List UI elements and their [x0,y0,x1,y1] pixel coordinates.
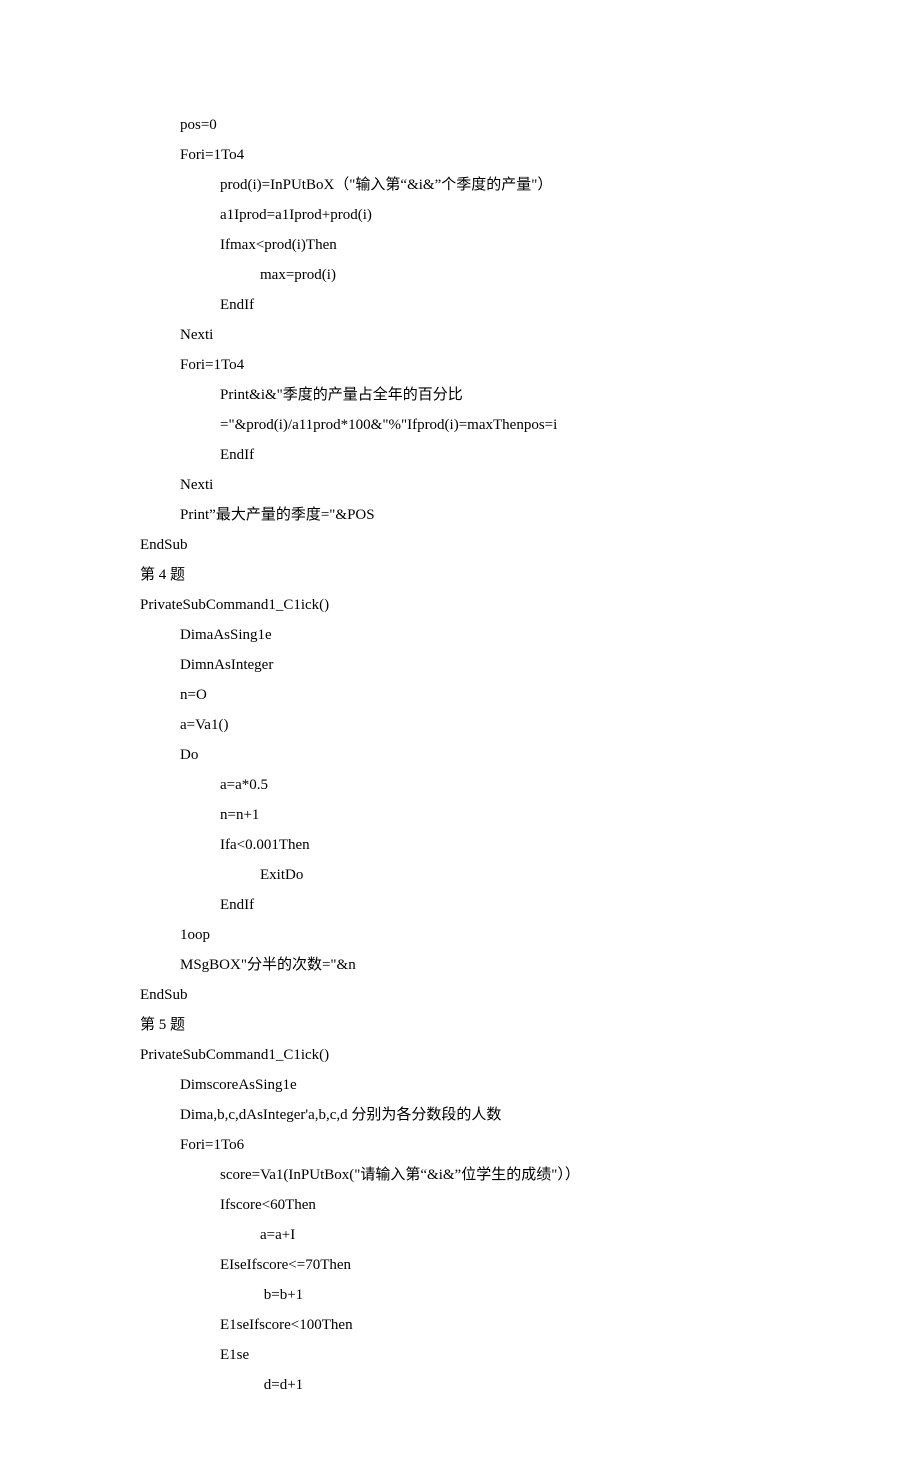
code-line: Fori=1To4 [140,140,780,170]
code-line: Ifa<0.001Then [140,830,780,860]
code-line: a=Va1() [140,710,780,740]
code-line: d=d+1 [140,1370,780,1400]
code-line: PrivateSubCommand1_C1ick() [140,1040,780,1070]
code-line: pos=0 [140,110,780,140]
code-line: a1Iprod=a1Iprod+prod(i) [140,200,780,230]
code-line: n=n+1 [140,800,780,830]
code-line: E1se [140,1340,780,1370]
code-line: Nexti [140,470,780,500]
code-line: EndIf [140,440,780,470]
code-line: 第 4 题 [140,560,780,590]
code-line: b=b+1 [140,1280,780,1310]
code-line: Dima,b,c,dAsInteger'a,b,c,d 分别为各分数段的人数 [140,1100,780,1130]
code-line: EndSub [140,530,780,560]
code-line: Print&i&"季度的产量占全年的百分比 [140,380,780,410]
document-page: pos=0Fori=1To4prod(i)=InPUtBoX（"输入第“&i&”… [0,0,920,1480]
code-line: Nexti [140,320,780,350]
code-line: Fori=1To4 [140,350,780,380]
code-line: EndIf [140,290,780,320]
code-line: MSgBOX"分半的次数="&n [140,950,780,980]
code-line: a=a*0.5 [140,770,780,800]
code-line: PrivateSubCommand1_C1ick() [140,590,780,620]
code-line: ExitDo [140,860,780,890]
code-line: ="&prod(i)/a11prod*100&"%"Ifprod(i)=maxT… [140,410,780,440]
code-line: Ifmax<prod(i)Then [140,230,780,260]
code-line: a=a+I [140,1220,780,1250]
code-line: score=Va1(InPUtBox("请输入第“&i&”位学生的成绩"）） [140,1160,780,1190]
code-line: DimaAsSing1e [140,620,780,650]
code-line: max=prod(i) [140,260,780,290]
code-line: Fori=1To6 [140,1130,780,1160]
code-line: EIseIfscore<=70Then [140,1250,780,1280]
code-line: Do [140,740,780,770]
code-line: DimnAsInteger [140,650,780,680]
code-line: 第 5 题 [140,1010,780,1040]
code-line: E1seIfscore<100Then [140,1310,780,1340]
code-line: n=O [140,680,780,710]
code-line: EndSub [140,980,780,1010]
code-listing: pos=0Fori=1To4prod(i)=InPUtBoX（"输入第“&i&”… [140,110,780,1400]
code-line: 1oop [140,920,780,950]
code-line: Print”最大产量的季度="&POS [140,500,780,530]
code-line: EndIf [140,890,780,920]
code-line: Ifscore<60Then [140,1190,780,1220]
code-line: prod(i)=InPUtBoX（"输入第“&i&”个季度的产量"） [140,170,780,200]
code-line: DimscoreAsSing1e [140,1070,780,1100]
